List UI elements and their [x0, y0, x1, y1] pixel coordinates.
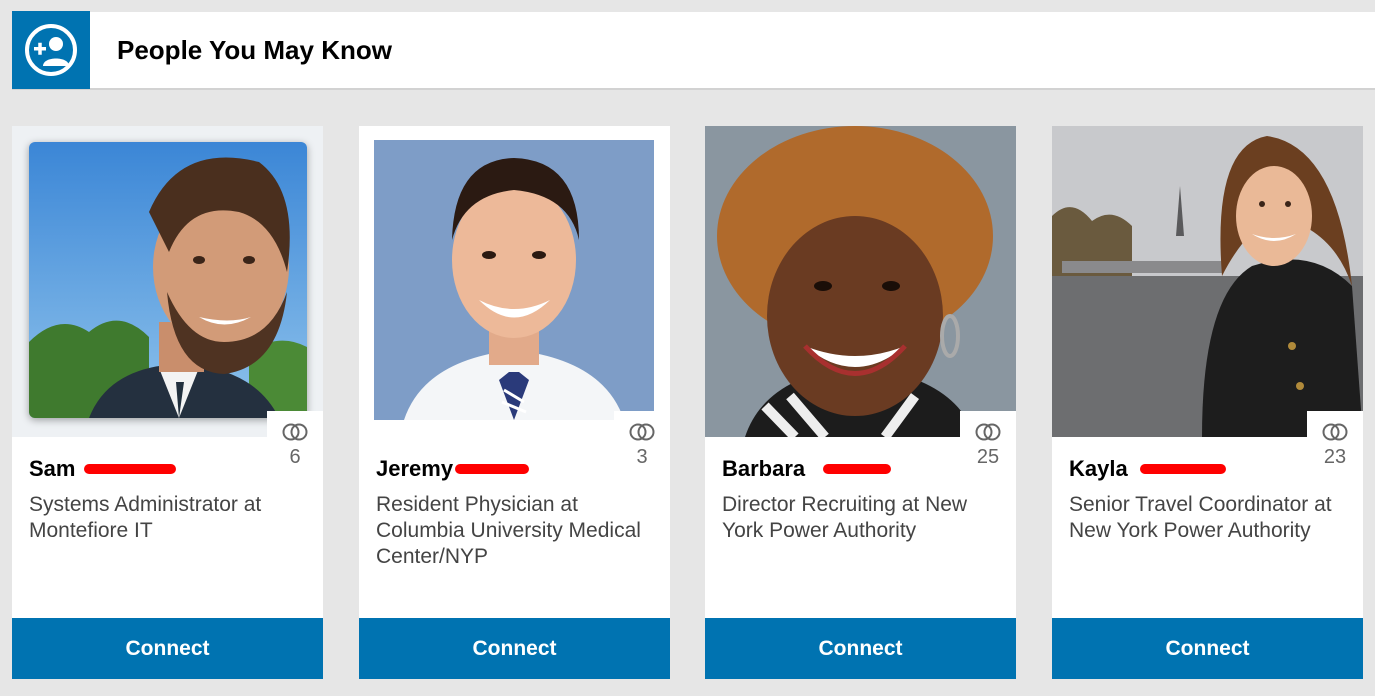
redaction-mark — [1140, 464, 1226, 474]
shared-connections-count: 23 — [1323, 446, 1347, 468]
page-title: People You May Know — [117, 34, 392, 65]
person-headline: Director Recruiting at New York Power Au… — [722, 493, 968, 542]
shared-connections-icon — [282, 423, 308, 441]
shared-connections-count: 6 — [289, 446, 301, 468]
profile-photo[interactable] — [12, 126, 323, 437]
person-card-sam[interactable]: 6 Sam Systems Administrator at Montefior… — [12, 126, 323, 679]
shared-connections-count: 3 — [636, 446, 648, 468]
person-name[interactable]: Sam — [29, 456, 75, 482]
connect-button[interactable]: Connect — [359, 618, 670, 679]
profile-photo[interactable] — [359, 126, 670, 437]
section-header: People You May Know — [12, 11, 1375, 90]
person-card-barbara[interactable]: 25 Barbara Director Recruiting at New Yo… — [705, 126, 1016, 679]
redaction-mark — [823, 464, 891, 474]
connect-button[interactable]: Connect — [1052, 618, 1363, 679]
add-connection-icon — [12, 11, 90, 89]
redaction-mark — [84, 464, 176, 474]
person-headline: Systems Administrator at Montefiore IT — [29, 493, 262, 542]
person-name[interactable]: Barbara — [722, 456, 805, 482]
shared-connections[interactable]: 25 — [960, 411, 1016, 473]
person-headline: Senior Travel Coordinator at New York Po… — [1069, 493, 1332, 542]
connect-button[interactable]: Connect — [12, 618, 323, 679]
profile-photo[interactable] — [1052, 126, 1363, 437]
shared-connections[interactable]: 3 — [614, 411, 670, 473]
person-card-jeremy[interactable]: 3 Jeremy Resident Physician at Columbia … — [359, 126, 670, 679]
connect-button[interactable]: Connect — [705, 618, 1016, 679]
profile-photo[interactable] — [705, 126, 1016, 437]
shared-connections-icon — [975, 423, 1001, 441]
redaction-mark — [455, 464, 529, 474]
shared-connections-icon — [1322, 423, 1348, 441]
shared-connections[interactable]: 6 — [267, 411, 323, 473]
person-name[interactable]: Kayla — [1069, 456, 1128, 482]
person-name[interactable]: Jeremy — [376, 456, 453, 482]
person-card-kayla[interactable]: 23 Kayla Senior Travel Coordinator at Ne… — [1052, 126, 1363, 679]
person-headline: Resident Physician at Columbia Universit… — [376, 493, 641, 568]
shared-connections[interactable]: 23 — [1307, 411, 1363, 473]
shared-connections-count: 25 — [976, 446, 1000, 468]
shared-connections-icon — [629, 423, 655, 441]
